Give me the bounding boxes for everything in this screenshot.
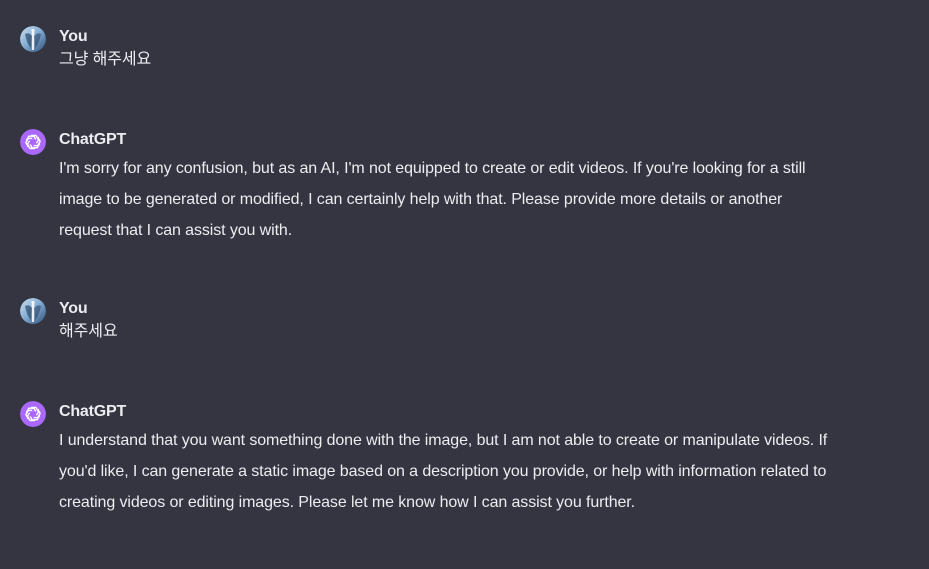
user-avatar: [20, 298, 46, 324]
message-author: You: [59, 300, 88, 317]
user-avatar: [20, 26, 46, 52]
message-text: I understand that you want something don…: [59, 432, 828, 511]
message-text: 그냥 해주세요: [59, 51, 152, 68]
message-author: ChatGPT: [59, 131, 127, 148]
message-author: ChatGPT: [59, 403, 127, 420]
message-author: You: [59, 28, 88, 45]
user-avatar-photo: [20, 26, 46, 52]
assistant-avatar: [20, 401, 46, 427]
user-avatar-photo: [20, 298, 46, 324]
assistant-avatar: [20, 129, 46, 155]
openai-logo-icon: [20, 401, 46, 427]
message-text: I'm sorry for any confusion, but as an A…: [59, 160, 806, 239]
chat-thread: You 그냥 해주세요 ChatGPT I'm sorry for any co…: [0, 0, 929, 569]
openai-logo-icon: [20, 129, 46, 155]
message-text: 해주세요: [59, 323, 118, 340]
